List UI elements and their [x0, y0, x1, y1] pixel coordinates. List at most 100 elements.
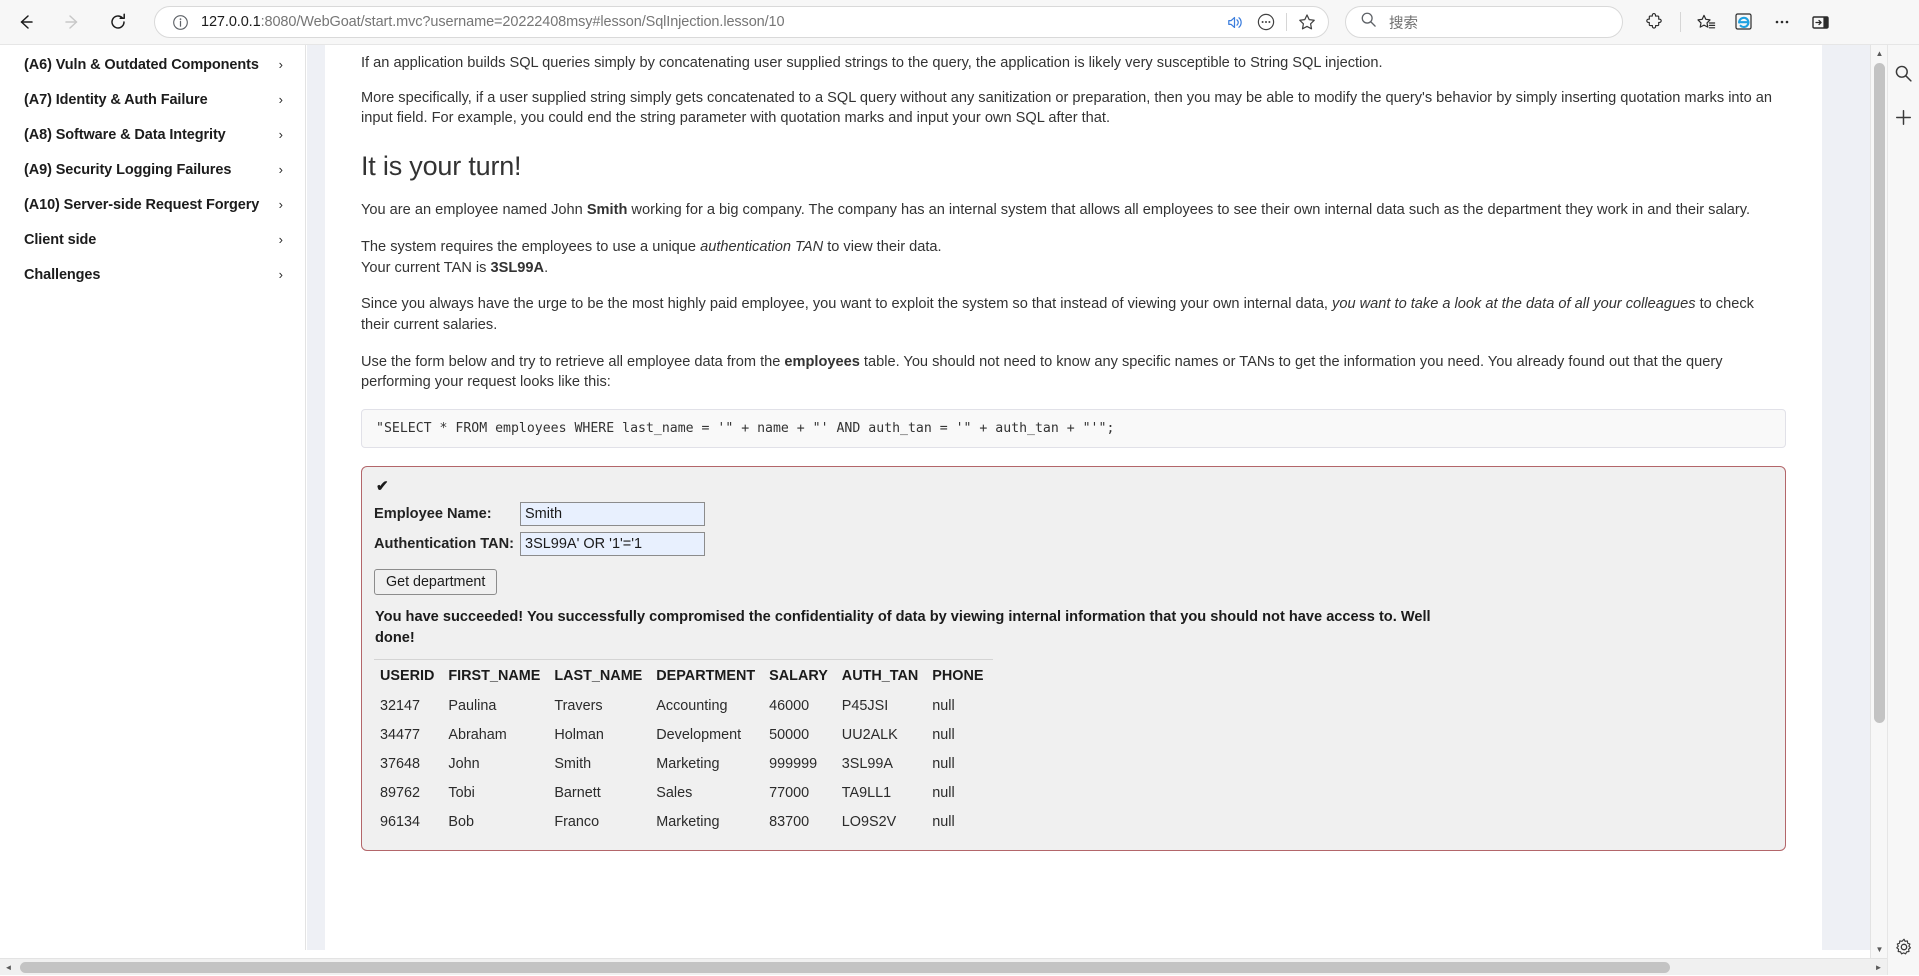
omnibox-more-icon[interactable]: [1251, 8, 1281, 36]
search-input[interactable]: 搜索: [1389, 12, 1418, 33]
lesson-employee-paragraph: You are an employee named John Smith wor…: [361, 200, 1786, 221]
search-box[interactable]: 搜索: [1345, 6, 1623, 38]
employee-name-row: Employee Name:: [374, 502, 1771, 527]
cell-auth-tan: 3SL99A: [841, 755, 894, 772]
window-horizontal-scrollbar[interactable]: ◄ ►: [0, 958, 1887, 975]
ie-mode-button[interactable]: [1726, 5, 1762, 39]
page-viewport: (A6) Vuln & Outdated Components › (A7) I…: [0, 45, 1919, 975]
cell-last-name: Holman: [554, 726, 604, 743]
column-header-last-name: LAST_NAME: [554, 668, 643, 685]
info-circle-icon: [172, 14, 188, 30]
browser-sidebar-button[interactable]: [1802, 5, 1838, 39]
reload-icon: [111, 13, 125, 29]
get-department-button[interactable]: Get department: [374, 569, 498, 596]
back-button[interactable]: [6, 2, 46, 42]
browser-actions: [1637, 5, 1838, 39]
cell-department: Accounting: [656, 697, 728, 714]
success-message: You have succeeded! You successfully com…: [375, 609, 1431, 647]
tan-text-a: The system requires the employees to use…: [361, 238, 701, 255]
sidebar-item-a9[interactable]: (A9) Security Logging Failures ›: [0, 152, 305, 187]
cell-first-name: Paulina: [448, 697, 497, 714]
lesson-tan-paragraph: The system requires the employees to use…: [361, 237, 1786, 278]
horizontal-scrollbar-thumb[interactable]: [20, 962, 1670, 973]
cell-first-name: Abraham: [448, 726, 507, 743]
back-arrow-icon: [20, 15, 33, 29]
employee-name-bold: Smith: [586, 202, 628, 219]
sidebar-item-a8[interactable]: (A8) Software & Data Integrity ›: [0, 117, 305, 152]
scroll-right-button[interactable]: ►: [1870, 959, 1887, 976]
edge-sidebar: [1887, 45, 1919, 975]
lesson-scroll-container: If an application builds SQL queries sim…: [307, 45, 1839, 950]
results-table-body: 32147 Paulina Travers Accounting 46000 P…: [374, 691, 993, 836]
cell-salary: 77000: [769, 784, 810, 801]
column-header-phone: PHONE: [932, 668, 984, 685]
window-vertical-scrollbar[interactable]: ▲ ▼: [1870, 45, 1887, 958]
sidebar-item-a10[interactable]: (A10) Server-side Request Forgery ›: [0, 187, 305, 222]
scroll-left-button[interactable]: ◄: [0, 959, 17, 976]
sidebar-item-label: (A8) Software & Data Integrity: [24, 126, 226, 143]
url-host: 127.0.0.1: [201, 14, 261, 30]
lesson-sidebar: (A6) Vuln & Outdated Components › (A7) I…: [0, 45, 306, 950]
collections-button[interactable]: [1688, 5, 1724, 39]
tan-italic: authentication TAN: [700, 238, 824, 255]
site-info-icon[interactable]: [169, 11, 191, 33]
forward-button[interactable]: [52, 2, 92, 42]
sidebar-item-label: (A9) Security Logging Failures: [24, 161, 232, 178]
urge-text-a: Since you always have the urge to be the…: [361, 296, 1333, 313]
cell-first-name: Bob: [448, 813, 474, 830]
current-tan-value: 3SL99A: [490, 259, 545, 276]
sidebar-item-label: Challenges: [24, 266, 101, 283]
employees-table-bold: employees: [784, 353, 860, 370]
star-icon: [1299, 14, 1315, 30]
cell-userid: 32147: [380, 697, 421, 714]
reload-button[interactable]: [98, 2, 138, 42]
cell-department: Marketing: [656, 813, 720, 830]
omnibox-divider: [1286, 13, 1287, 31]
chevron-right-icon: ›: [278, 92, 283, 107]
form-text-a: Use the form below and try to retrieve a…: [361, 353, 785, 370]
employee-name-input[interactable]: [520, 502, 705, 527]
favorite-star-icon[interactable]: [1292, 8, 1322, 36]
cell-auth-tan: UU2ALK: [841, 726, 898, 743]
cell-auth-tan: LO9S2V: [841, 813, 897, 830]
forward-arrow-icon: [65, 15, 78, 29]
url-path: :8080/WebGoat/start.mvc?username=2022240…: [260, 14, 785, 30]
read-aloud-icon[interactable]: [1219, 8, 1249, 36]
url-text: 127.0.0.1:8080/WebGoat/start.mvc?usernam…: [201, 14, 1219, 30]
sidebar-settings-button[interactable]: [1890, 933, 1918, 961]
window-scroll-down-button[interactable]: ▼: [1871, 941, 1888, 958]
sidebar-search-button[interactable]: [1890, 59, 1918, 87]
chevron-right-icon: ›: [278, 232, 283, 247]
chevron-right-icon: ›: [278, 57, 283, 72]
cell-auth-tan: P45JSI: [841, 697, 889, 714]
settings-more-button[interactable]: [1764, 5, 1800, 39]
sidebar-add-button[interactable]: [1890, 103, 1918, 131]
cell-userid: 37648: [380, 755, 421, 772]
star-list-icon: [1696, 14, 1715, 28]
window-scrollbar-thumb[interactable]: [1874, 63, 1885, 723]
sidebar-item-a7[interactable]: (A7) Identity & Auth Failure ›: [0, 82, 305, 117]
extensions-button[interactable]: [1637, 5, 1673, 39]
ellipsis-icon: [1775, 20, 1789, 24]
tan-text-f: .: [544, 259, 549, 276]
sidebar-item-challenges[interactable]: Challenges ›: [0, 257, 305, 292]
actions-divider: [1680, 12, 1681, 32]
chevron-right-icon: ›: [278, 197, 283, 212]
attack-form-panel: ✔ Employee Name: Authentication TAN: Get…: [361, 466, 1786, 852]
lesson-content-area: If an application builds SQL queries sim…: [307, 45, 1898, 950]
employee-text-c: working for a big company. The company h…: [627, 202, 1751, 219]
employee-text-a: You are an employee named John: [361, 202, 587, 219]
authentication-tan-input[interactable]: [520, 532, 705, 557]
window-scroll-up-button[interactable]: ▲: [1871, 45, 1888, 62]
address-bar[interactable]: 127.0.0.1:8080/WebGoat/start.mvc?usernam…: [154, 6, 1329, 38]
sidebar-item-a6[interactable]: (A6) Vuln & Outdated Components ›: [0, 47, 305, 82]
tan-text-d: Your current TAN is: [361, 259, 491, 276]
tan-text-c: to view their data.: [823, 238, 942, 255]
cell-last-name: Barnett: [554, 784, 601, 801]
cell-userid: 96134: [380, 813, 421, 830]
cell-department: Marketing: [656, 755, 720, 772]
sidebar-item-client-side[interactable]: Client side ›: [0, 222, 305, 257]
lesson-intro-paragraph-2: More specifically, if a user supplied st…: [361, 89, 1773, 127]
table-row: 32147 Paulina Travers Accounting 46000 P…: [374, 691, 993, 720]
chevron-right-icon: ›: [278, 267, 283, 282]
